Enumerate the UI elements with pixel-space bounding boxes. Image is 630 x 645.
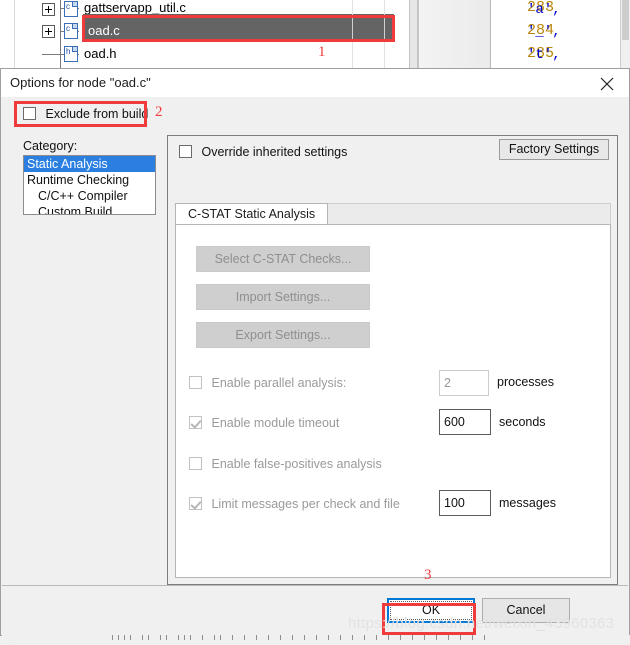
tree-item-oad-h[interactable]: h oad.h <box>0 42 418 65</box>
options-dialog: Options for node "oad.c" Exclude from bu… <box>0 68 630 644</box>
category-item-static-analysis[interactable]: Static Analysis <box>24 156 155 172</box>
editor-token: '_', <box>527 24 561 40</box>
category-item-custom-build[interactable]: Custom Build <box>24 204 155 214</box>
limit-messages-label: Limit messages per check and file <box>211 497 400 511</box>
expander-plus-icon[interactable] <box>42 3 55 16</box>
close-icon[interactable] <box>585 69 629 97</box>
cancel-button[interactable]: Cancel <box>482 598 570 623</box>
exclude-from-build-label: Exclude from build <box>45 107 149 121</box>
annotation-number-2: 2 <box>155 104 163 120</box>
enable-parallel-analysis-checkbox[interactable] <box>189 376 202 389</box>
tab-strip: C-STAT Static Analysis <box>175 203 611 225</box>
ok-button[interactable]: OK <box>387 598 475 623</box>
category-item-runtime-checking[interactable]: Runtime Checking <box>24 172 155 188</box>
override-inherited-row[interactable]: Override inherited settings <box>179 145 347 159</box>
exclude-from-build-row[interactable]: Exclude from build <box>23 107 148 121</box>
enable-module-timeout-row[interactable]: Enable module timeout <box>189 416 339 430</box>
dialog-resize-grip[interactable] <box>2 635 630 644</box>
code-editor-pane[interactable]: 283 284 285 '_', 'a', '_', 't', <box>419 0 630 68</box>
editor-line-gutter <box>419 0 491 68</box>
factory-settings-button[interactable]: Factory Settings <box>499 139 609 160</box>
tree-selection-separator <box>352 14 353 41</box>
tab-panel-body: Select C-STAT Checks... Import Settings.… <box>175 224 611 578</box>
limit-messages-unit: messages <box>499 496 556 510</box>
settings-panel: Override inherited settings Factory Sett… <box>167 135 618 585</box>
tab-c-stat-static-analysis[interactable]: C-STAT Static Analysis <box>175 203 329 225</box>
dialog-title-bar: Options for node "oad.c" <box>1 69 629 97</box>
c-file-icon: c <box>64 23 78 39</box>
editor-vertical-scrollbar[interactable] <box>620 0 630 68</box>
enable-module-timeout-label: Enable module timeout <box>211 416 340 430</box>
pane-splitter[interactable] <box>409 0 418 68</box>
limit-messages-checkbox[interactable] <box>189 497 202 510</box>
tree-item-label: oad.h <box>84 46 117 61</box>
export-settings-button[interactable]: Export Settings... <box>196 322 370 348</box>
override-inherited-checkbox[interactable] <box>179 145 192 158</box>
limit-messages-row[interactable]: Limit messages per check and file <box>189 497 400 511</box>
annotation-number-1: 1 <box>318 44 326 60</box>
tree-item-label: oad.c <box>88 23 120 38</box>
module-timeout-unit: seconds <box>499 415 546 429</box>
enable-false-positives-label: Enable false-positives analysis <box>211 457 382 471</box>
focus-ring <box>390 601 472 620</box>
enable-parallel-analysis-label: Enable parallel analysis: <box>211 376 347 390</box>
parallel-processes-field[interactable]: 2 <box>439 370 489 396</box>
enable-false-positives-row[interactable]: Enable false-positives analysis <box>189 457 382 471</box>
workspace-tree[interactable]: c gattservapp_util.c c oad.c h oad.h <box>0 0 419 68</box>
enable-module-timeout-checkbox[interactable] <box>189 416 202 429</box>
limit-messages-field[interactable]: 100 <box>439 490 491 516</box>
enable-parallel-analysis-row[interactable]: Enable parallel analysis: <box>189 376 346 390</box>
c-file-icon: c <box>64 1 78 17</box>
parallel-processes-unit: processes <box>497 375 554 389</box>
category-label: Category: <box>23 139 78 153</box>
category-list[interactable]: Static Analysis Runtime Checking C/C++ C… <box>23 155 156 215</box>
enable-false-positives-checkbox[interactable] <box>189 457 202 470</box>
editor-token: 'a', <box>527 2 561 18</box>
import-settings-button[interactable]: Import Settings... <box>196 284 370 310</box>
tree-selection-separator <box>384 14 385 41</box>
expander-plus-icon[interactable] <box>42 25 55 38</box>
dialog-button-bar: OK Cancel <box>2 585 628 634</box>
category-item-c-cpp-compiler[interactable]: C/C++ Compiler <box>24 188 155 204</box>
select-c-stat-checks-button[interactable]: Select C-STAT Checks... <box>196 246 370 272</box>
override-inherited-label: Override inherited settings <box>201 145 348 159</box>
annotation-number-3: 3 <box>424 567 432 583</box>
editor-token: 't', <box>527 47 561 63</box>
tree-selection-highlight <box>83 14 394 41</box>
h-file-icon: h <box>64 46 78 62</box>
tree-item-oad-c[interactable]: c oad.c <box>0 14 418 42</box>
module-timeout-field[interactable]: 600 <box>439 409 491 435</box>
exclude-from-build-checkbox[interactable] <box>23 107 36 120</box>
tree-selection-caret <box>392 18 393 37</box>
dialog-title: Options for node "oad.c" <box>10 75 151 90</box>
